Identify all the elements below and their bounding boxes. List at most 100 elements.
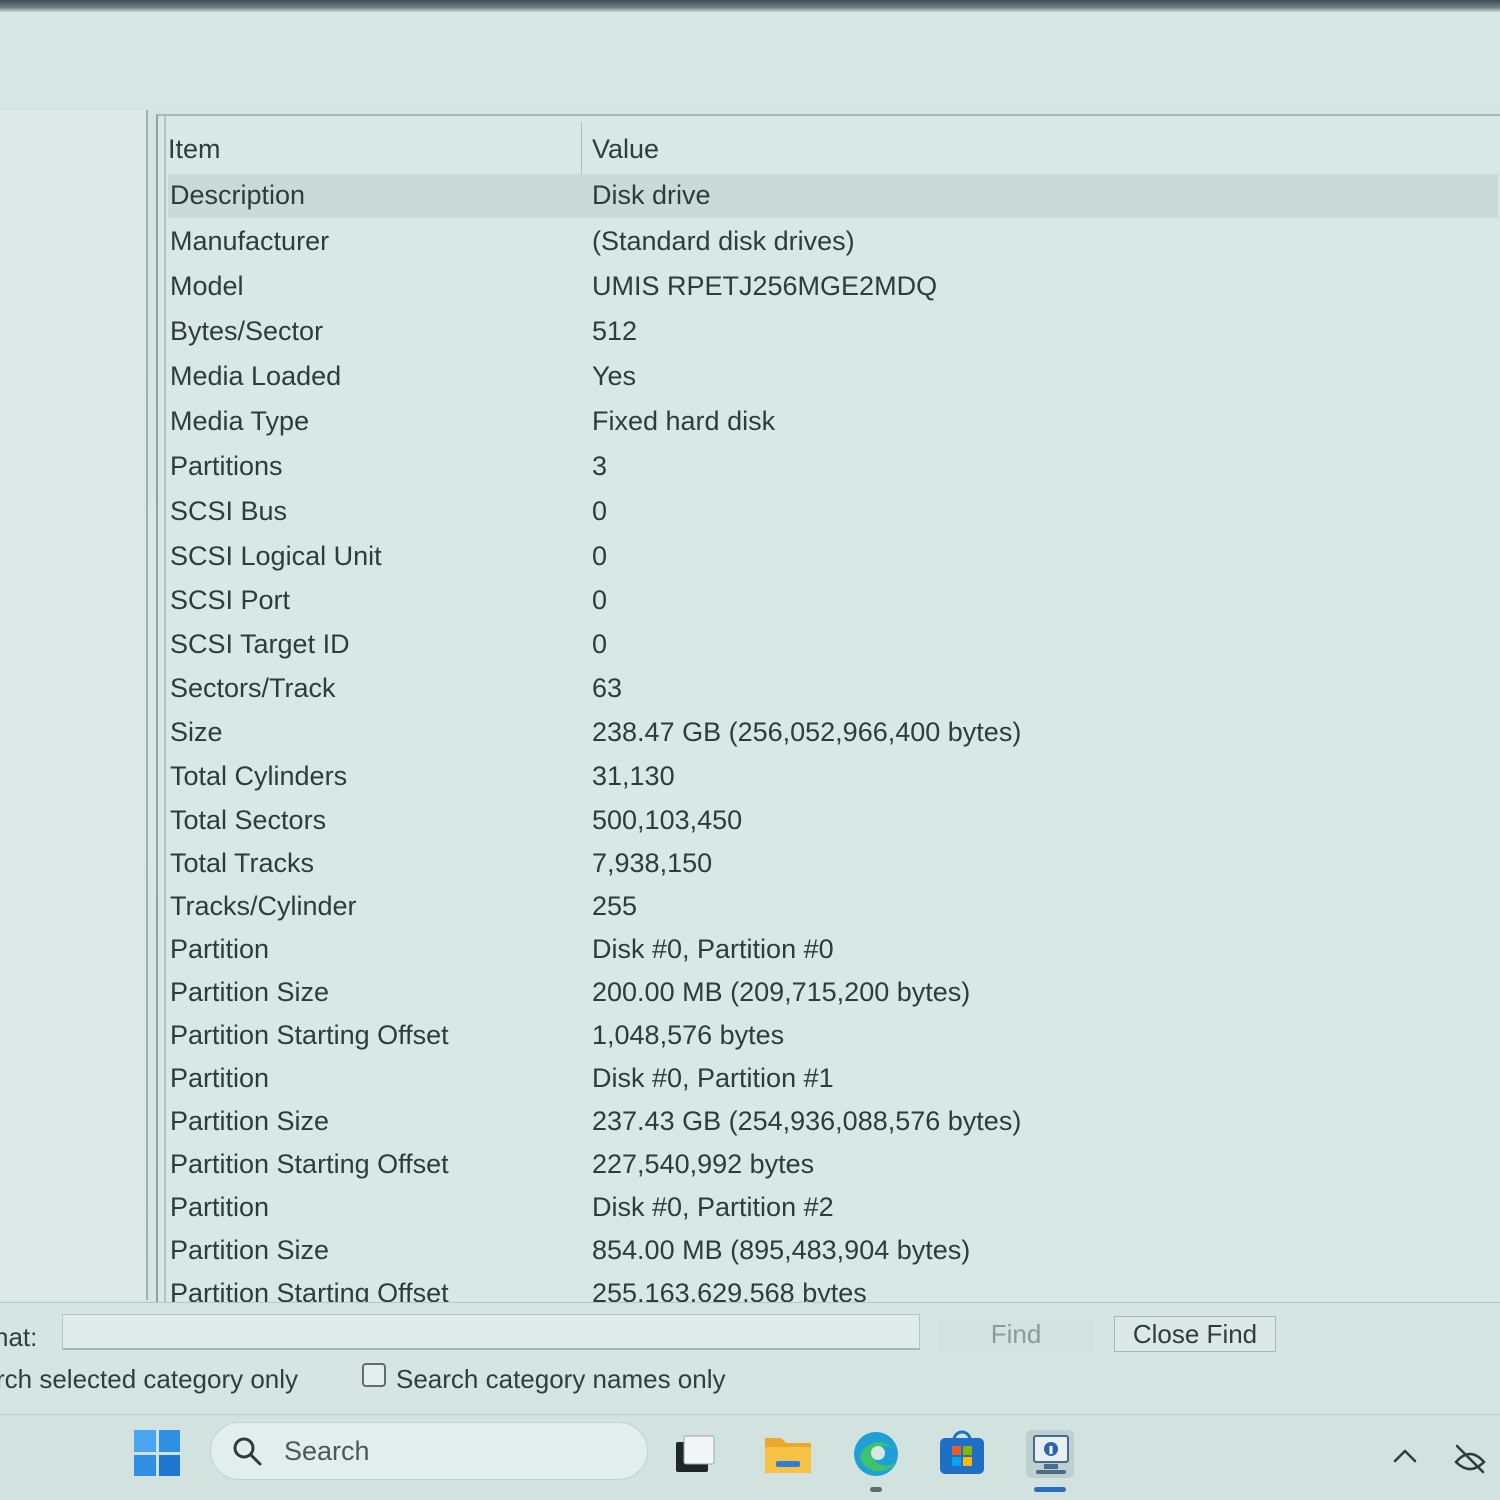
- table-row[interactable]: SCSI Bus 0: [168, 490, 1498, 534]
- table-row[interactable]: Description Disk drive: [168, 174, 1498, 218]
- table-row[interactable]: SCSI Logical Unit 0: [168, 535, 1498, 579]
- table-row[interactable]: Total Tracks 7,938,150: [168, 842, 1498, 886]
- table-row[interactable]: Partition Starting Offset 255,163,629,56…: [168, 1272, 1498, 1302]
- taskbar-search-placeholder: Search: [284, 1436, 370, 1466]
- network-offline-icon[interactable]: [1452, 1440, 1488, 1476]
- table-row[interactable]: Media Type Fixed hard disk: [168, 400, 1498, 444]
- microsoft-store-icon[interactable]: [936, 1428, 988, 1480]
- row-value: Disk #0, Partition #1: [592, 1063, 834, 1093]
- row-value: Disk #0, Partition #2: [592, 1192, 834, 1222]
- menu-area: [0, 12, 1500, 100]
- taskbar-search-box[interactable]: [210, 1422, 648, 1480]
- row-item: Partitions: [170, 451, 283, 481]
- row-item: Partition Starting Offset: [170, 1278, 449, 1302]
- row-item: Manufacturer: [170, 226, 330, 256]
- system-information-icon[interactable]: [1024, 1428, 1076, 1480]
- row-item: Partition Size: [170, 1106, 330, 1136]
- file-explorer-icon[interactable]: [762, 1428, 814, 1480]
- row-value: 500,103,450: [592, 805, 743, 835]
- row-value: 512: [592, 316, 638, 346]
- windows-start-icon[interactable]: [134, 1430, 180, 1476]
- chevron-up-icon[interactable]: [1392, 1446, 1418, 1464]
- row-value: 0: [592, 496, 608, 526]
- row-item: Partition: [170, 1192, 270, 1222]
- row-value: 63: [592, 673, 623, 703]
- list-inner-edge: [164, 116, 166, 1302]
- table-row[interactable]: Partition Disk #0, Partition #0: [168, 928, 1498, 972]
- table-row[interactable]: Model UMIS RPETJ256MGE2MDQ: [168, 265, 1498, 309]
- table-row[interactable]: Partitions 3: [168, 445, 1498, 489]
- table-row[interactable]: Media Loaded Yes: [168, 355, 1498, 399]
- row-value: Yes: [592, 361, 637, 391]
- search-category-names-label[interactable]: Search category names only: [396, 1364, 726, 1395]
- row-item: SCSI Target ID: [170, 629, 350, 659]
- table-row[interactable]: SCSI Port 0: [168, 579, 1498, 623]
- table-row[interactable]: Tracks/Cylinder 255: [168, 885, 1498, 929]
- search-category-names-checkbox[interactable]: [362, 1363, 386, 1387]
- row-value: 31,130: [592, 761, 675, 791]
- table-row[interactable]: SCSI Target ID 0: [168, 623, 1498, 667]
- close-find-button[interactable]: Close Find: [1114, 1316, 1276, 1352]
- row-value: Disk drive: [592, 180, 711, 210]
- row-item: Total Sectors: [170, 805, 327, 835]
- row-item: Partition Starting Offset: [170, 1149, 449, 1179]
- row-value: 0: [592, 541, 608, 571]
- row-value: 3: [592, 451, 608, 481]
- screen: Item Value Description Disk drive Manufa…: [0, 0, 1500, 1500]
- table-row[interactable]: Sectors/Track 63: [168, 667, 1498, 711]
- table-row[interactable]: Partition Disk #0, Partition #1: [168, 1057, 1498, 1101]
- table-row[interactable]: Size 238.47 GB (256,052,966,400 bytes): [168, 711, 1498, 755]
- table-row[interactable]: Partition Starting Offset 1,048,576 byte…: [168, 1014, 1498, 1058]
- table-row[interactable]: Manufacturer (Standard disk drives): [168, 220, 1498, 264]
- row-item: Sectors/Track: [170, 673, 336, 703]
- search-icon: [233, 1437, 262, 1466]
- edge-browser-icon[interactable]: [850, 1428, 902, 1480]
- row-item: SCSI Port: [170, 585, 291, 615]
- row-value: 7,938,150: [592, 848, 713, 878]
- table-row[interactable]: Partition Starting Offset 227,540,992 by…: [168, 1143, 1498, 1187]
- row-value: Fixed hard disk: [592, 406, 776, 436]
- row-value: 854.00 MB (895,483,904 bytes): [592, 1235, 971, 1265]
- table-row[interactable]: Partition Disk #0, Partition #2: [168, 1186, 1498, 1230]
- row-item: Partition Starting Offset: [170, 1020, 449, 1050]
- column-header-item[interactable]: Item: [168, 134, 221, 165]
- search-selected-category-option[interactable]: rch selected category only: [0, 1364, 298, 1395]
- row-item: SCSI Logical Unit: [170, 541, 382, 571]
- column-header-value[interactable]: Value: [592, 134, 659, 165]
- table-row[interactable]: Total Cylinders 31,130: [168, 755, 1498, 799]
- row-value: 227,540,992 bytes: [592, 1149, 815, 1179]
- row-value: 0: [592, 585, 608, 615]
- find-what-label: hat:: [0, 1322, 38, 1352]
- row-item: Total Tracks: [170, 848, 315, 878]
- row-value: 255,163,629,568 bytes: [592, 1278, 867, 1302]
- table-row[interactable]: Partition Size 854.00 MB (895,483,904 by…: [168, 1229, 1498, 1273]
- row-item: Partition Size: [170, 977, 330, 1007]
- row-item: Total Cylinders: [170, 761, 348, 791]
- row-item: Description: [170, 180, 306, 210]
- column-divider[interactable]: [581, 122, 582, 178]
- table-row[interactable]: Bytes/Sector 512: [168, 310, 1498, 354]
- find-button[interactable]: Find: [938, 1316, 1094, 1352]
- category-tree-pane[interactable]: [0, 110, 148, 1300]
- row-item: Partition: [170, 934, 270, 964]
- row-item: Bytes/Sector: [170, 316, 324, 346]
- details-list[interactable]: Item Value Description Disk drive Manufa…: [156, 114, 1500, 1302]
- row-value: 237.43 GB (254,936,088,576 bytes): [592, 1106, 1022, 1136]
- row-value: 255: [592, 891, 638, 921]
- monitor-bezel: [0, 0, 1500, 12]
- table-row[interactable]: Partition Size 237.43 GB (254,936,088,57…: [168, 1100, 1498, 1144]
- row-value: (Standard disk drives): [592, 226, 855, 256]
- row-value: 238.47 GB (256,052,966,400 bytes): [592, 717, 1022, 747]
- row-value: 0: [592, 629, 608, 659]
- row-item: Media Type: [170, 406, 310, 436]
- row-value: Disk #0, Partition #0: [592, 934, 834, 964]
- task-view-icon[interactable]: [668, 1428, 720, 1480]
- table-row[interactable]: Total Sectors 500,103,450: [168, 799, 1498, 843]
- table-row[interactable]: Partition Size 200.00 MB (209,715,200 by…: [168, 971, 1498, 1015]
- row-value: UMIS RPETJ256MGE2MDQ: [592, 271, 938, 301]
- find-what-input[interactable]: [62, 1314, 920, 1350]
- row-item: SCSI Bus: [170, 496, 288, 526]
- row-value: 200.00 MB (209,715,200 bytes): [592, 977, 971, 1007]
- row-item: Model: [170, 271, 244, 301]
- row-item: Tracks/Cylinder: [170, 891, 357, 921]
